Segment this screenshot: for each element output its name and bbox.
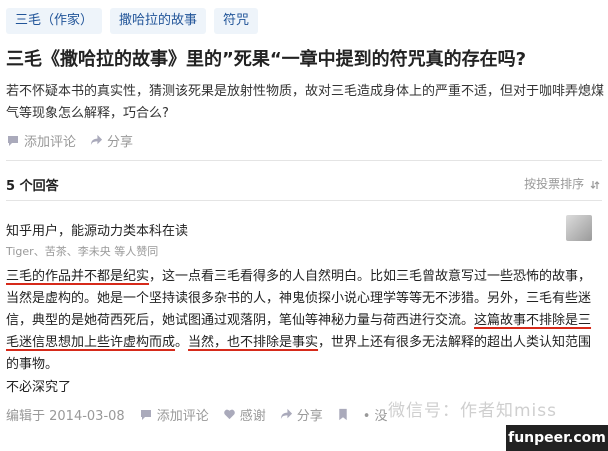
no-help-button[interactable]: • 没 (363, 405, 388, 424)
add-comment-label: 添加评论 (156, 409, 209, 424)
answer-footer: 编辑于 2014-03-08 添加评论 感谢 分享 • 没 (6, 405, 402, 424)
question-actions: 添加评论 分享 (6, 131, 147, 150)
site-logo: funpeer.com (506, 425, 608, 451)
share-icon (90, 134, 103, 146)
answer-author: 知乎用户，能源动力类本科在读 (6, 224, 189, 239)
thanks-button[interactable]: 感谢 (223, 405, 266, 424)
divider (6, 160, 602, 161)
comment-icon (8, 135, 18, 146)
add-comment-button[interactable]: 添加评论 (6, 131, 76, 150)
watermark: 微信号：作者知miss (388, 401, 557, 421)
topic-tag[interactable]: 撒哈拉的故事 (110, 8, 207, 34)
topic-tag[interactable]: 符咒 (214, 8, 259, 34)
voters-line: Tiger、苦茶、李未央 等人赞同 (6, 245, 159, 258)
highlighted-text: 当然，也不排除是事实 (188, 335, 319, 350)
topic-tag[interactable]: 三毛（作家） (6, 8, 103, 34)
share-button[interactable]: 分享 (90, 131, 133, 150)
share-icon (280, 408, 292, 420)
comment-icon (140, 409, 151, 420)
divider (6, 200, 602, 201)
highlighted-text: 三毛的作品并不都是纪实 (6, 269, 150, 284)
question-detail: 若不怀疑本书的真实性，猜测该死果是放射性物质，故对三毛造成身体上的严重不适，但对… (6, 84, 605, 121)
share-label: 分享 (107, 135, 134, 150)
sort-dropdown[interactable]: 按投票排序 (524, 175, 600, 192)
avatar[interactable] (566, 215, 592, 241)
collect-button[interactable] (337, 408, 349, 421)
topic-tags: 三毛（作家） 撒哈拉的故事 符咒 (6, 8, 259, 34)
edit-date[interactable]: 编辑于 2014-03-08 (6, 405, 125, 424)
bookmark-icon (339, 408, 347, 421)
share-label: 分享 (296, 409, 323, 424)
answer-body: 三毛的作品并不都是纪实，这一点看三毛看得多的人自然明白。比如三毛曾故意写过一些恐… (6, 266, 592, 376)
answer-closing: 不必深究了 (6, 380, 72, 395)
add-comment-label: 添加评论 (24, 135, 77, 150)
share-button[interactable]: 分享 (280, 405, 323, 424)
sort-label: 按投票排序 (524, 177, 585, 191)
heart-icon (223, 409, 235, 420)
add-comment-button[interactable]: 添加评论 (139, 405, 209, 424)
sort-icon (590, 180, 600, 189)
edit-date-label: 编辑于 2014-03-08 (6, 409, 125, 424)
no-help-label: • 没 (362, 409, 388, 424)
question-title: 三毛《撒哈拉的故事》里的”死果“一章中提到的符咒真的存在吗? (6, 49, 527, 70)
thanks-label: 感谢 (239, 409, 266, 424)
answer-text: 。 (175, 335, 189, 350)
answers-count: 5 个回答 (6, 179, 59, 194)
